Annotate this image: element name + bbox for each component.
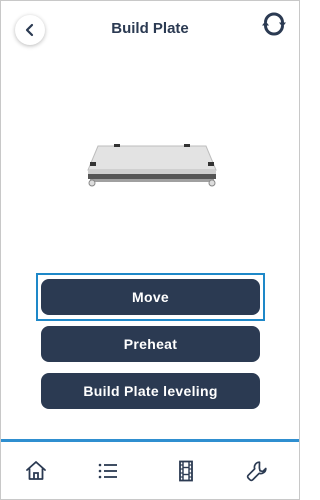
nav-film-button[interactable] xyxy=(172,457,200,485)
header-bar: Build Plate xyxy=(0,0,300,62)
list-icon xyxy=(98,463,117,479)
build-plate-image xyxy=(87,144,217,187)
film-icon xyxy=(179,460,193,482)
wrench-icon xyxy=(246,461,267,482)
nav-list-button[interactable] xyxy=(94,457,122,485)
preheat-button[interactable]: Preheat xyxy=(41,326,260,362)
move-button[interactable]: Move xyxy=(41,279,260,315)
home-icon xyxy=(26,461,46,480)
page-title: Build Plate xyxy=(111,20,189,37)
build-plate-leveling-button[interactable]: Build Plate leveling xyxy=(41,373,260,409)
screen-border xyxy=(0,0,300,500)
bottom-nav xyxy=(0,442,300,500)
sync-icon[interactable] xyxy=(262,12,286,36)
nav-tools-button[interactable] xyxy=(243,457,271,485)
nav-home-button[interactable] xyxy=(22,457,50,485)
